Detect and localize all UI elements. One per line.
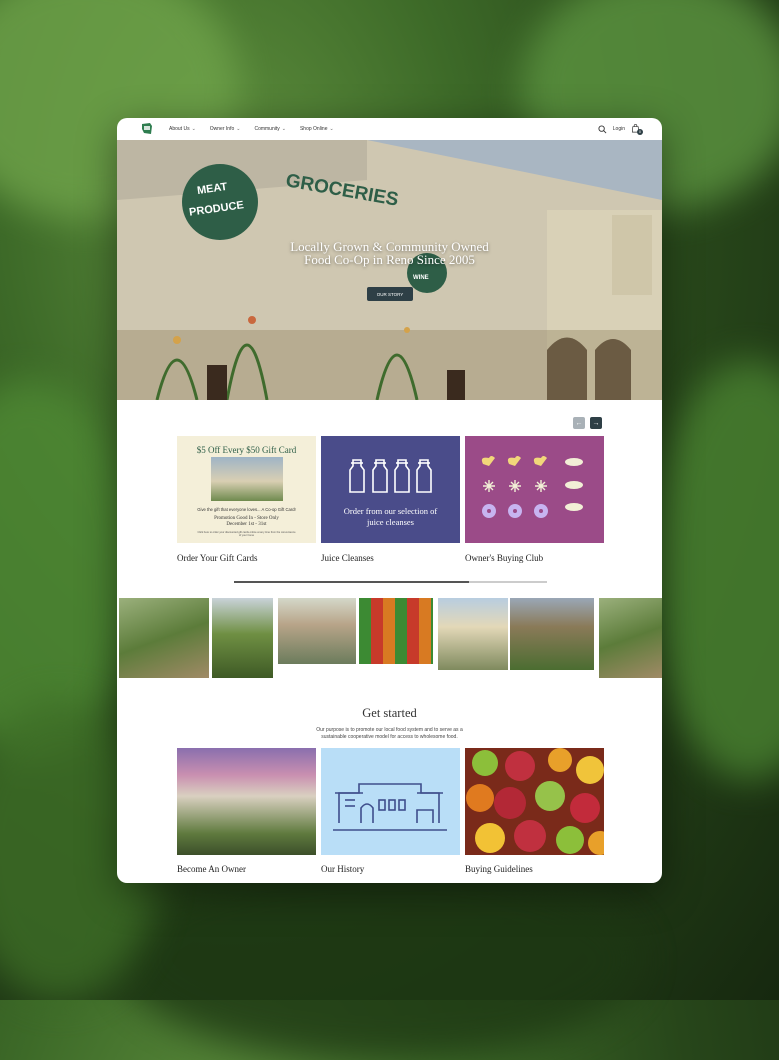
- building-icon: [333, 783, 447, 831]
- menu-about-us[interactable]: About Us ⌄: [169, 126, 196, 132]
- chevron-down-icon: ⌄: [329, 126, 334, 132]
- top-navigation: About Us ⌄ Owner Info ⌄ Community ⌄ Shop…: [117, 118, 662, 140]
- juice-tile-text: Order from our selection of juice cleans…: [343, 506, 438, 527]
- juice-cleanse-tile: Order from our selection of juice cleans…: [321, 436, 460, 543]
- menu-label: About Us: [169, 126, 190, 132]
- menu-label: Community: [254, 126, 280, 132]
- coop-logo-icon[interactable]: [141, 122, 153, 135]
- buying-guidelines-photo: [465, 748, 604, 855]
- photo-gallery: [117, 598, 662, 678]
- card-buying-guidelines[interactable]: Buying Guidelines: [465, 748, 604, 874]
- card-caption: Buying Guidelines: [465, 864, 533, 874]
- juice-bottles-icon: [349, 459, 432, 493]
- website-preview: About Us ⌄ Owner Info ⌄ Community ⌄ Shop…: [117, 118, 662, 883]
- promo-fine-print: Click here to order your discounted gift…: [197, 531, 296, 538]
- carousel-progress-bar[interactable]: [234, 581, 547, 583]
- buying-club-tile: [465, 436, 604, 543]
- hero-banner: MEAT PRODUCE GROCERIES WINE Locally Grow…: [117, 140, 662, 400]
- get-started-heading: Get started: [362, 706, 417, 720]
- promo-dates: Promotion Good In - Store Only: [214, 516, 279, 521]
- get-started-subtitle: Our purpose is to promote our local food…: [316, 727, 463, 740]
- carousel-prev-button[interactable]: ←: [573, 417, 585, 429]
- card-caption: Become An Owner: [177, 864, 246, 874]
- promo-tagline: Give the gift that everyone loves... A C…: [197, 507, 296, 512]
- chevron-down-icon: ⌄: [236, 126, 241, 132]
- chevron-down-icon: ⌄: [191, 126, 196, 132]
- carousel-controls: ← →: [573, 417, 602, 429]
- promo-title: $5 Off Every $50 Gift Card: [196, 445, 297, 455]
- hero-heading: Locally Grown & Community Owned Food Co-…: [290, 239, 489, 267]
- menu-shop-online[interactable]: Shop Online ⌄: [300, 126, 334, 132]
- search-icon[interactable]: [598, 124, 607, 134]
- main-menu: About Us ⌄ Owner Info ⌄ Community ⌄ Shop…: [169, 118, 334, 140]
- sign-wine: WINE: [413, 275, 429, 281]
- our-story-button[interactable]: OUR STORY: [367, 287, 413, 301]
- card-caption: Our History: [321, 864, 365, 874]
- gallery-photo-storefront[interactable]: [438, 598, 508, 670]
- card-become-owner[interactable]: Become An Owner: [177, 748, 316, 874]
- feature-caption: Order Your Gift Cards: [177, 553, 258, 563]
- menu-community[interactable]: Community ⌄: [254, 126, 286, 132]
- gallery-photo-plants[interactable]: [212, 598, 273, 678]
- feature-buying-club[interactable]: Owner's Buying Club: [465, 436, 604, 563]
- feature-caption: Owner's Buying Club: [465, 553, 544, 563]
- cart-button[interactable]: 0: [631, 124, 643, 135]
- feature-gift-cards[interactable]: $5 Off Every $50 Gift Card Give the gift…: [177, 436, 316, 563]
- nav-actions: Login 0: [598, 118, 643, 140]
- fruit-photo: [466, 748, 604, 855]
- login-link[interactable]: Login: [613, 126, 625, 132]
- menu-label: Shop Online: [299, 126, 328, 132]
- cart-count-badge: 0: [637, 129, 643, 135]
- carousel-progress-fill: [234, 581, 469, 583]
- promo-date-range: December 1st - 31st: [226, 522, 267, 527]
- produce-pattern-icon: [481, 456, 583, 518]
- gallery-photo-garden-beds[interactable]: [510, 598, 594, 670]
- history-illustration: [321, 748, 460, 855]
- card-our-history[interactable]: Our History: [321, 748, 460, 874]
- become-owner-photo: [177, 748, 316, 855]
- menu-owner-info[interactable]: Owner Info ⌄: [210, 126, 241, 132]
- gallery-photo-garden-repeat[interactable]: [599, 598, 662, 678]
- menu-label: Owner Info: [209, 126, 235, 132]
- gallery-photo-produce[interactable]: [359, 598, 433, 664]
- storefront-illustration: [117, 140, 662, 400]
- gallery-photo-garden[interactable]: [119, 598, 209, 678]
- gallery-photo-volunteers[interactable]: [278, 598, 356, 664]
- feature-juice-cleanses[interactable]: Order from our selection of juice cleans…: [321, 436, 460, 563]
- promo-store-photo: [211, 457, 283, 501]
- chevron-down-icon: ⌄: [281, 126, 286, 132]
- carousel-next-button[interactable]: →: [590, 417, 602, 429]
- gift-card-promo-image: $5 Off Every $50 Gift Card Give the gift…: [177, 436, 316, 543]
- feature-caption: Juice Cleanses: [321, 553, 374, 563]
